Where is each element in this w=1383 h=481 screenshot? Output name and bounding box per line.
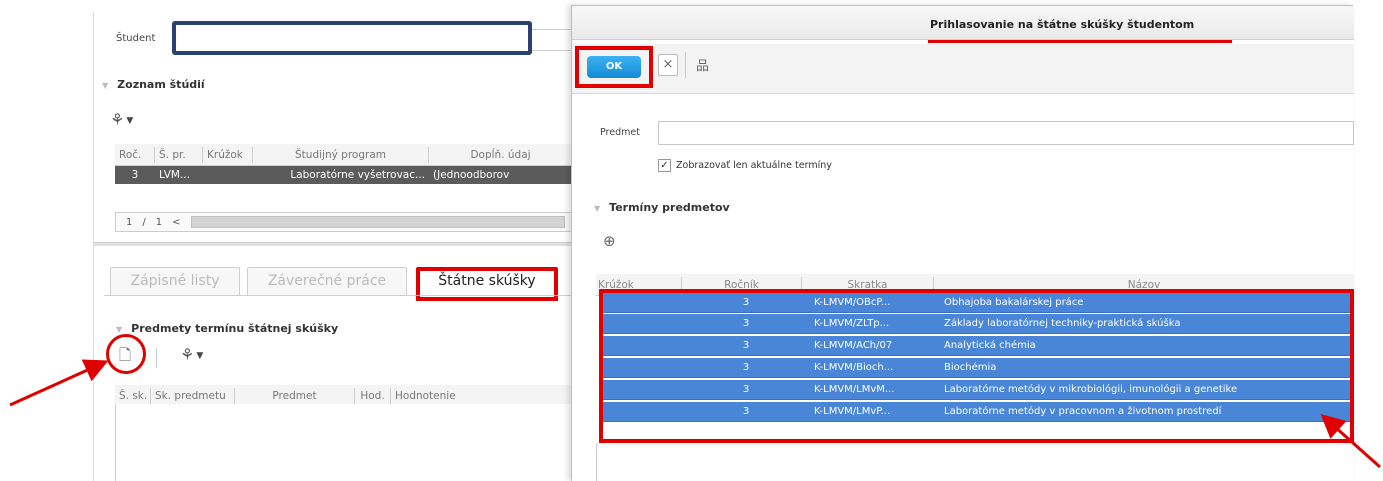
add-subject-button[interactable]: 🗋 <box>119 345 131 370</box>
panel-splitter[interactable] <box>94 242 572 246</box>
terms-title: Termíny predmetov <box>609 201 730 214</box>
pager-prev-button[interactable]: < <box>172 217 180 228</box>
col-studijny-program[interactable]: Študijný program <box>253 146 429 163</box>
collapse-icon[interactable]: ▼ <box>116 325 122 334</box>
toolbar-separator <box>685 52 686 78</box>
pager-total: 1 <box>155 216 163 228</box>
col-predmet[interactable]: Predmet <box>235 387 355 404</box>
dialog-title: Prihlasovanie na štátne skúšky študentom <box>930 18 1195 31</box>
terms-section-header[interactable]: ▼ Termíny predmetov <box>594 201 730 214</box>
current-terms-checkbox[interactable]: ✓ <box>658 159 671 172</box>
cell-program: Laboratórne vyšetrovac... <box>290 169 425 181</box>
col-studijny-program-short[interactable]: Š. pr. <box>155 146 203 163</box>
dialog-toolbar: OK × 品 <box>572 44 1354 94</box>
sitemap-icon[interactable]: 品 <box>696 55 709 74</box>
student-input-extension[interactable] <box>532 29 572 51</box>
run-action-button[interactable]: ⚘ ▼ <box>110 110 133 129</box>
rows-highlight-box <box>599 289 1354 443</box>
add-document-icon: 🗋 <box>119 346 132 364</box>
grid-left-border <box>596 443 597 481</box>
studies-grid-header: Roč. Š. pr. Krúžok Študijný program Dopĺ… <box>115 144 572 166</box>
toolbar-separator <box>156 348 157 368</box>
ok-button[interactable]: OK <box>587 56 641 78</box>
student-input[interactable] <box>172 21 532 55</box>
table-row[interactable]: 3 LVM... Laboratórne vyšetrovac... (Jedn… <box>115 166 572 184</box>
current-terms-label[interactable]: Zobrazovať len aktuálne termíny <box>676 160 832 171</box>
close-icon[interactable]: × <box>658 54 678 76</box>
chevron-down-icon: ▼ <box>196 350 204 361</box>
student-panel: Študent ▼ Zoznam štúdií ⚘ ▼ Roč. Š. pr. Kr… <box>93 12 572 481</box>
col-hod[interactable]: Hod. <box>355 387 391 404</box>
col-sk-predmetu[interactable]: Sk. predmetu <box>151 387 235 404</box>
studies-title: Zoznam štúdií <box>117 78 205 91</box>
pager-sep: / <box>142 216 146 228</box>
subjects-section-header[interactable]: ▼ Predmety termínu štátnej skúšky <box>116 322 338 335</box>
zoom-in-icon[interactable]: ⊕ <box>603 232 616 250</box>
run-icon: ⚘ <box>110 110 125 129</box>
chevron-down-icon: ▼ <box>126 115 134 126</box>
studies-section-header[interactable]: ▼ Zoznam štúdií <box>102 78 205 91</box>
col-s-sk[interactable]: Š. sk. <box>115 387 151 404</box>
col-kruzok[interactable]: Krúžok <box>203 146 253 163</box>
col-rocnik[interactable]: Roč. <box>115 146 155 163</box>
run-action-button-2[interactable]: ⚘ ▼ <box>180 345 203 364</box>
pager-current: 1 <box>126 216 133 228</box>
tab-zaverecne-prace[interactable]: Záverečné práce <box>247 267 407 295</box>
col-doplnujuci-udaj[interactable]: Dopĺň. údaj <box>429 147 572 163</box>
tab-zapisne-listy[interactable]: Zápisné listy <box>110 267 240 295</box>
studies-pager: 1 / 1 < <box>115 212 572 232</box>
cell-rocnik: 3 <box>131 169 139 181</box>
predmet-label: Predmet <box>600 127 640 138</box>
tabs-divider <box>104 295 572 296</box>
title-underline-annotation <box>928 40 1232 43</box>
horizontal-scrollbar[interactable] <box>190 216 565 228</box>
cell-doplnujuci-udaj: (Jednoodborov <box>433 169 510 181</box>
col-hodnotenie[interactable]: Hodnotenie <box>391 388 572 404</box>
collapse-icon[interactable]: ▼ <box>594 204 600 213</box>
cell-program-short: LVM... <box>159 169 190 181</box>
checkbox-check-icon: ✓ <box>660 160 669 171</box>
arrow-to-add-button <box>9 359 109 407</box>
student-label: Študent <box>116 33 156 44</box>
state-exam-dialog: Prihlasovanie na štátne skúšky študentom… <box>571 5 1354 481</box>
subjects-title: Predmety termínu štátnej skúšky <box>131 322 339 335</box>
collapse-icon[interactable]: ▼ <box>102 81 108 90</box>
predmet-input[interactable] <box>658 121 1354 145</box>
subjects-grid-body <box>115 404 572 481</box>
ok-highlight-box: OK <box>575 46 653 88</box>
run-icon: ⚘ <box>180 345 195 364</box>
